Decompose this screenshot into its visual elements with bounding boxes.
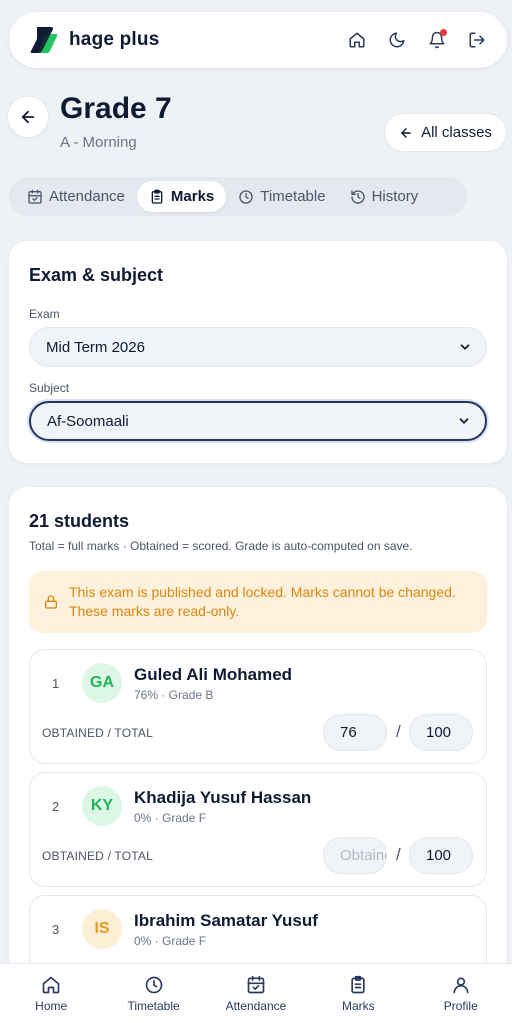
obtained-input[interactable]: Obtained <box>323 837 387 874</box>
student-name: Guled Ali Mohamed <box>134 665 293 684</box>
slash-separator: / <box>396 722 401 741</box>
chevron-down-icon <box>459 418 469 424</box>
avatar: KY <box>82 786 122 826</box>
bottom-navigation: Home Timetable Attendance Marks Profile <box>0 963 512 1023</box>
all-classes-label: All classes <box>421 124 492 141</box>
clipboard-icon <box>351 975 366 993</box>
home-icon <box>42 976 60 993</box>
nav-label: Attendance <box>225 998 287 1013</box>
card-title: Exam & subject <box>29 265 164 285</box>
exam-label: Exam <box>29 307 60 321</box>
tab-label: History <box>371 188 419 205</box>
nav-home[interactable]: Home <box>6 975 96 1013</box>
history-icon <box>350 189 365 204</box>
arrow-left-icon <box>401 127 411 138</box>
nav-timetable[interactable]: Timetable <box>109 975 199 1013</box>
exam-subject-card: Exam & subject Exam Mid Term 2026 Subjec… <box>9 241 507 463</box>
nav-profile[interactable]: Profile <box>416 975 506 1013</box>
notification-dot <box>440 29 447 36</box>
subject-select[interactable]: Af-Soomaali <box>29 401 487 441</box>
students-card: 21 students Total = full marks · Obtaine… <box>9 487 507 1023</box>
avatar: GA <box>82 663 122 703</box>
exam-select-value: Mid Term 2026 <box>46 338 145 356</box>
tab-timetable[interactable]: Timetable <box>226 181 337 212</box>
calendar-check-icon <box>28 189 42 204</box>
student-name: Khadija Yusuf Hassan <box>134 788 312 807</box>
student-row: 1 GA Guled Ali Mohamed 76% · Grade B OBT… <box>29 649 487 764</box>
back-button[interactable] <box>8 97 48 137</box>
nav-label: Marks <box>342 998 375 1013</box>
moon-icon[interactable] <box>387 30 407 50</box>
user-icon <box>453 977 469 993</box>
avatar: IS <box>82 909 122 949</box>
tab-attendance[interactable]: Attendance <box>15 181 137 212</box>
subject-label: Subject <box>29 381 70 395</box>
all-classes-button[interactable]: All classes <box>384 113 507 152</box>
calendar-check-icon <box>247 975 265 993</box>
total-input[interactable]: 100 <box>409 837 473 874</box>
tab-label: Attendance <box>49 188 125 205</box>
obtained-input[interactable]: 76 <box>323 714 387 751</box>
tab-marks[interactable]: Marks <box>136 181 227 212</box>
student-grade-meta: 0% · Grade F <box>134 811 207 825</box>
clipboard-icon <box>151 189 163 204</box>
tab-label: Timetable <box>260 188 326 205</box>
hage-plus-logo <box>30 27 58 53</box>
nav-marks[interactable]: Marks <box>313 975 403 1013</box>
tab-label: Marks <box>170 188 215 205</box>
section-tabs: Attendance Marks Timetable History <box>9 177 467 216</box>
home-icon[interactable] <box>347 30 367 50</box>
brand-name: hage plus <box>69 29 160 50</box>
nav-attendance[interactable]: Attendance <box>211 975 301 1013</box>
logout-icon[interactable] <box>467 30 487 50</box>
slash-separator: / <box>396 845 401 864</box>
students-help-text: Total = full marks · Obtained = scored. … <box>29 539 413 553</box>
locked-warning-text: This exam is published and locked. Marks… <box>69 584 456 619</box>
subject-select-value: Af-Soomaali <box>47 412 129 430</box>
lock-icon <box>45 595 57 609</box>
top-bar: hage plus <box>9 12 507 68</box>
students-count-title: 21 students <box>29 511 130 531</box>
student-index: 2 <box>52 799 60 814</box>
chevron-down-icon <box>460 344 470 350</box>
exam-select[interactable]: Mid Term 2026 <box>29 327 487 367</box>
page-title: Grade 7 <box>60 92 172 125</box>
student-grade-meta: 0% · Grade F <box>134 934 207 948</box>
tab-history[interactable]: History <box>338 181 431 212</box>
clock-icon <box>145 976 162 993</box>
student-index: 1 <box>52 676 60 691</box>
locked-warning-banner: This exam is published and locked. Marks… <box>29 571 487 633</box>
obtained-total-label: OBTAINED / TOTAL <box>42 726 154 740</box>
page-subtitle: A - Morning <box>60 134 137 151</box>
total-input[interactable]: 100 <box>409 714 473 751</box>
bell-icon[interactable] <box>427 29 447 50</box>
obtained-total-label: OBTAINED / TOTAL <box>42 849 154 863</box>
student-grade-meta: 76% · Grade B <box>134 688 214 702</box>
nav-label: Home <box>35 998 68 1013</box>
clock-icon <box>239 189 253 204</box>
nav-label: Profile <box>443 998 478 1013</box>
student-row: 2 KY Khadija Yusuf Hassan 0% · Grade F O… <box>29 772 487 887</box>
student-name: Ibrahim Samatar Yusuf <box>134 911 318 930</box>
nav-label: Timetable <box>127 998 180 1013</box>
arrow-left-icon <box>21 110 35 124</box>
student-index: 3 <box>52 922 60 937</box>
